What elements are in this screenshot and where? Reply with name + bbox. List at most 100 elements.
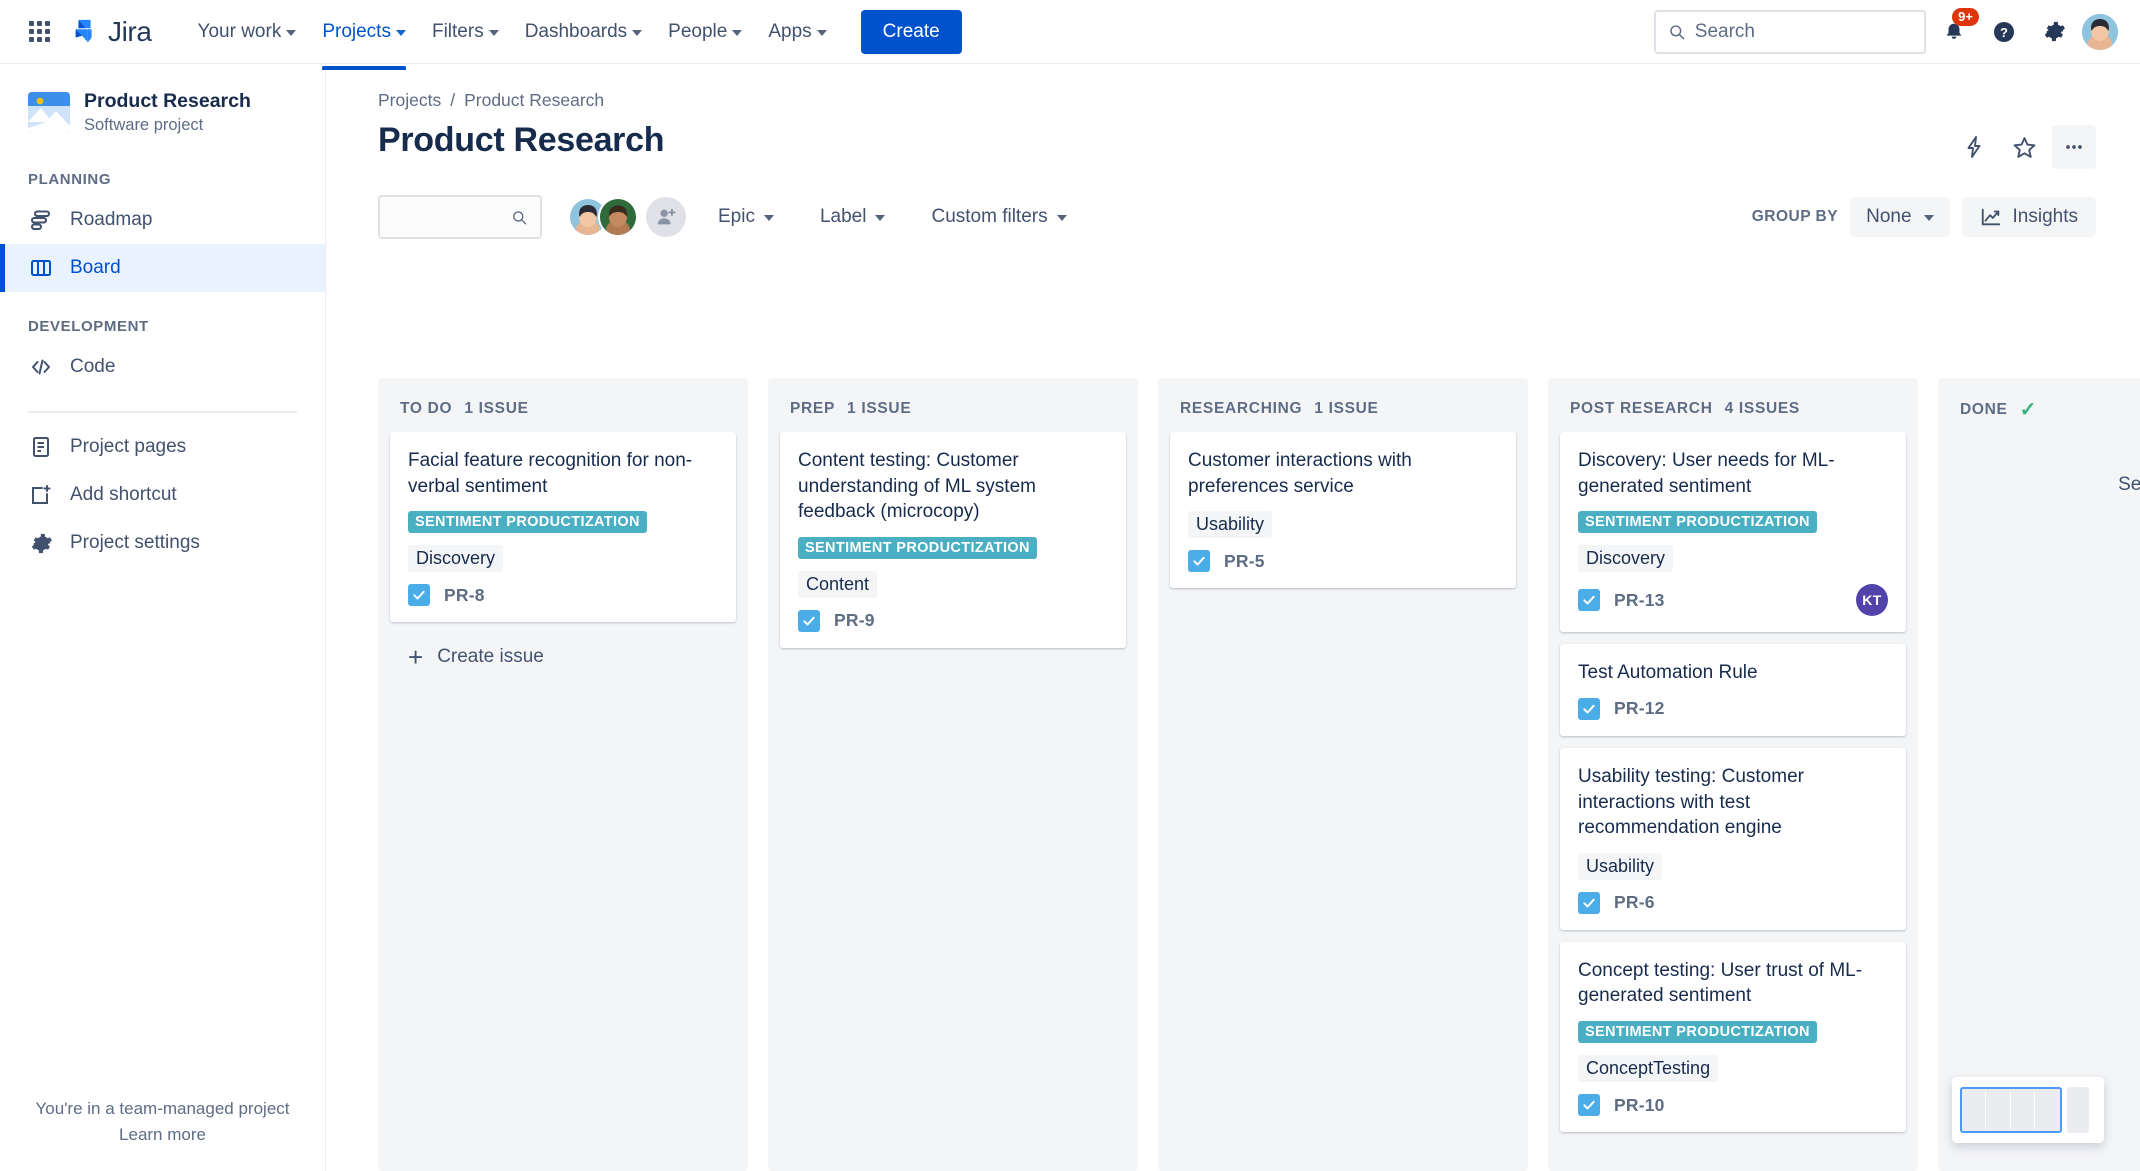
board-search[interactable] xyxy=(378,195,542,239)
global-search-input[interactable] xyxy=(1694,20,1912,43)
star-button[interactable] xyxy=(2002,125,2046,169)
grid-apps-icon xyxy=(28,21,50,42)
issue-card[interactable]: Concept testing: User trust of ML-genera… xyxy=(1560,941,1906,1133)
issue-card[interactable]: Test Automation Rule PR-12 xyxy=(1560,644,1906,736)
automation-button[interactable] xyxy=(1952,125,1996,169)
filter-custom[interactable]: Custom filters xyxy=(917,197,1080,237)
breadcrumb-product-research[interactable]: Product Research xyxy=(464,90,604,111)
nav-your-work[interactable]: Your work xyxy=(186,13,309,51)
see-all-done-link[interactable]: See all Done issues xyxy=(1938,434,2140,496)
issue-title: Discovery: User needs for ML-generated s… xyxy=(1578,450,1835,497)
nav-people[interactable]: People xyxy=(656,13,754,51)
issue-label-chip[interactable]: Usability xyxy=(1188,511,1273,539)
breadcrumb-projects[interactable]: Projects xyxy=(378,90,441,111)
board-search-input[interactable] xyxy=(392,206,512,228)
avatar-image xyxy=(2082,13,2118,50)
epic-badge[interactable]: SENTIMENT PRODUCTIZATION xyxy=(408,511,647,534)
issue-label-chip[interactable]: Discovery xyxy=(1578,545,1674,573)
issue-key[interactable]: PR-9 xyxy=(834,610,875,631)
chevron-down-icon xyxy=(286,29,297,36)
issue-card-footer: PR-6 xyxy=(1578,891,1888,914)
sidebar-item-add-shortcut-label: Add shortcut xyxy=(70,484,177,506)
add-person-icon xyxy=(657,208,676,225)
filter-label[interactable]: Label xyxy=(806,197,900,237)
user-avatar[interactable] xyxy=(2082,13,2118,50)
assignee-avatar[interactable]: KT xyxy=(1856,584,1888,617)
plus-icon: + xyxy=(408,642,424,673)
nav-apps[interactable]: Apps xyxy=(756,13,838,51)
chevron-down-icon xyxy=(395,29,406,36)
app-switcher-button[interactable] xyxy=(22,15,56,49)
issue-label-chip[interactable]: Usability xyxy=(1578,852,1663,880)
issue-label-chip[interactable]: ConceptTesting xyxy=(1578,1055,1719,1083)
issue-key[interactable]: PR-5 xyxy=(1224,551,1265,572)
nav-apps-label: Apps xyxy=(768,20,812,42)
group-by-label: GROUP BY xyxy=(1751,208,1839,225)
board-column-researching: RESEARCHING 1 ISSUE Customer interaction… xyxy=(1158,378,1528,1171)
jira-logo-icon xyxy=(70,17,100,47)
create-issue-button[interactable]: + Create issue xyxy=(390,634,736,684)
issue-card[interactable]: Customer interactions with preferences s… xyxy=(1170,432,1516,589)
column-header-researching: RESEARCHING 1 ISSUE xyxy=(1158,378,1528,432)
minimap-viewport[interactable] xyxy=(1960,1087,2062,1133)
star-icon xyxy=(2013,136,2035,158)
board-minimap[interactable] xyxy=(1952,1077,2104,1143)
issue-card-footer: PR-10 xyxy=(1578,1094,1888,1117)
breadcrumb-separator: / xyxy=(450,90,456,110)
task-type-icon xyxy=(1578,1094,1600,1117)
member-avatar-2[interactable] xyxy=(598,197,638,237)
epic-badge[interactable]: SENTIMENT PRODUCTIZATION xyxy=(798,536,1037,559)
issue-key[interactable]: PR-6 xyxy=(1614,892,1655,913)
jira-home-link[interactable]: Jira xyxy=(70,16,152,48)
nav-projects[interactable]: Projects xyxy=(310,13,418,70)
issue-card[interactable]: Content testing: Customer understanding … xyxy=(780,432,1126,648)
column-name-post-research: POST RESEARCH xyxy=(1570,400,1713,417)
sidebar-section-planning: PLANNING xyxy=(28,171,112,189)
notifications-button[interactable]: 9+ xyxy=(1932,7,1979,54)
learn-more-link[interactable]: Learn more xyxy=(119,1125,206,1144)
minimap-offscreen-column xyxy=(2067,1087,2089,1133)
issue-key[interactable]: PR-10 xyxy=(1614,1095,1665,1116)
add-shortcut-icon xyxy=(28,482,54,508)
issue-title: Content testing: Customer understanding … xyxy=(798,450,1036,523)
sidebar-item-project-pages[interactable]: Project pages xyxy=(0,423,325,471)
issue-card[interactable]: Discovery: User needs for ML-generated s… xyxy=(1560,432,1906,633)
nav-dashboards[interactable]: Dashboards xyxy=(513,13,654,51)
issue-label-chip[interactable]: Discovery xyxy=(408,545,504,573)
sidebar-item-add-shortcut[interactable]: Add shortcut xyxy=(0,471,325,519)
create-button[interactable]: Create xyxy=(860,9,962,54)
sidebar-project-header[interactable]: Product Research Software project xyxy=(0,64,325,145)
epic-badge[interactable]: SENTIMENT PRODUCTIZATION xyxy=(1578,1021,1817,1044)
nav-people-label: People xyxy=(668,20,728,42)
column-body-researching: Customer interactions with preferences s… xyxy=(1158,432,1528,612)
more-actions-button[interactable] xyxy=(2052,125,2096,169)
sidebar-item-project-settings[interactable]: Project settings xyxy=(0,519,325,567)
global-search[interactable] xyxy=(1654,9,1926,54)
issue-key[interactable]: PR-8 xyxy=(444,585,485,606)
issue-key[interactable]: PR-12 xyxy=(1614,698,1665,719)
filter-epic[interactable]: Epic xyxy=(704,197,788,237)
sidebar-project-type: Software project xyxy=(84,116,204,135)
add-people-button[interactable] xyxy=(646,197,686,237)
column-header-prep: PREP 1 ISSUE xyxy=(768,378,1138,432)
issue-card[interactable]: Facial feature recognition for non-verba… xyxy=(390,432,736,623)
project-sidebar: Product Research Software project PLANNI… xyxy=(0,64,326,1171)
epic-badge[interactable]: SENTIMENT PRODUCTIZATION xyxy=(1578,511,1817,534)
insights-button[interactable]: Insights xyxy=(1961,197,2096,237)
nav-filters[interactable]: Filters xyxy=(420,13,511,51)
avatar-image xyxy=(600,199,636,235)
issue-card-footer: PR-9 xyxy=(798,609,1108,632)
issue-key[interactable]: PR-13 xyxy=(1614,590,1665,611)
sidebar-item-code[interactable]: Code xyxy=(0,343,325,391)
sidebar-item-roadmap[interactable]: Roadmap xyxy=(0,196,325,244)
help-button[interactable]: ? xyxy=(1982,10,2026,54)
issue-label-chip[interactable]: Content xyxy=(798,570,878,598)
settings-button[interactable] xyxy=(2032,10,2076,54)
issue-title: Test Automation Rule xyxy=(1578,662,1758,684)
svg-text:?: ? xyxy=(2000,25,2008,40)
column-header-todo: TO DO 1 ISSUE xyxy=(378,378,748,432)
group-by-select[interactable]: None xyxy=(1850,197,1950,237)
issue-card[interactable]: Usability testing: Customer interactions… xyxy=(1560,747,1906,930)
sidebar-item-board[interactable]: Board xyxy=(0,244,325,293)
code-icon xyxy=(28,354,54,380)
